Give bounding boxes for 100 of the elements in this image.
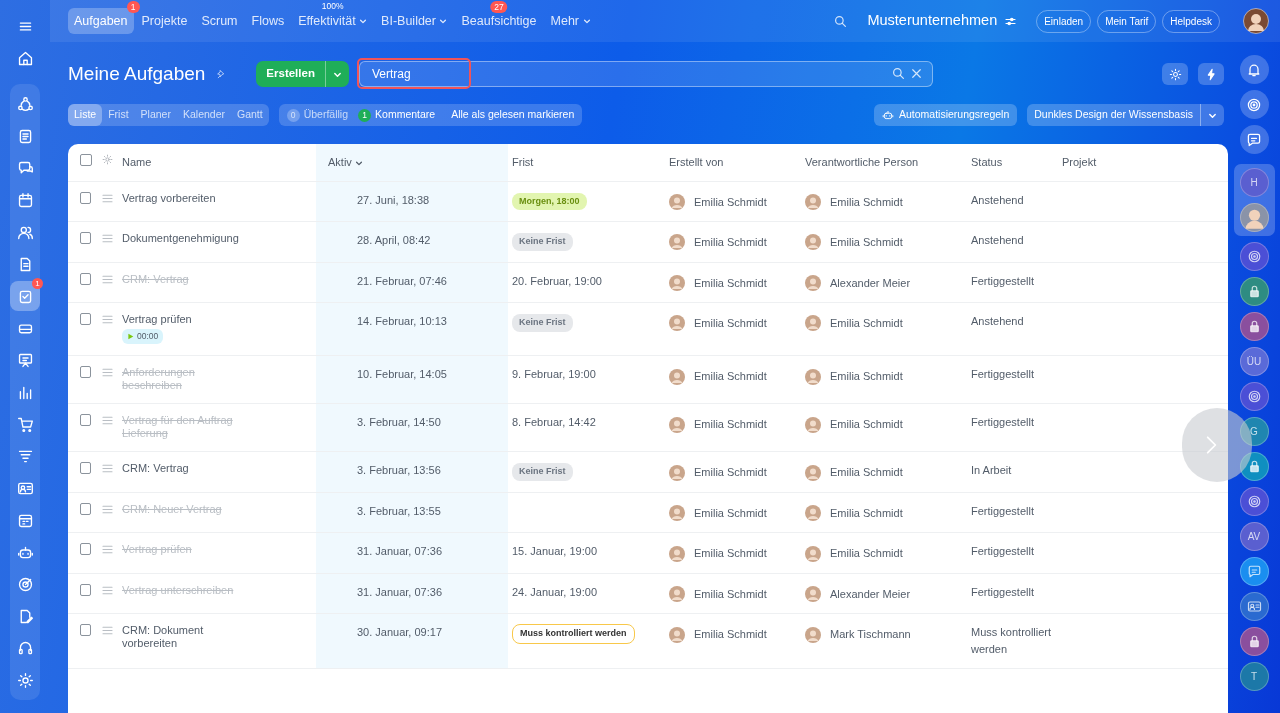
table-cell-text: 3. Februar, 13:56 [356, 463, 441, 479]
mark-read-button[interactable]: Alle als gelesen markieren [447, 104, 579, 126]
contact-avatar[interactable] [1239, 487, 1269, 516]
row-checkbox[interactable] [80, 462, 91, 475]
person-name[interactable]: Emilia Schmidt [694, 585, 767, 603]
row-checkbox[interactable] [80, 543, 91, 556]
person-name[interactable]: Alexander Meier [830, 585, 911, 603]
view-tab[interactable]: Kalender [176, 104, 231, 126]
task-name[interactable]: Dokumentgenehmigung [122, 232, 247, 245]
view-tab[interactable]: Gantt [231, 104, 269, 126]
automation-button[interactable] [1198, 63, 1224, 85]
contact-avatar[interactable]: ÜU [1239, 347, 1269, 376]
row-checkbox[interactable] [80, 191, 91, 204]
avatar [669, 274, 685, 291]
person-name[interactable]: Emilia Schmidt [694, 626, 767, 643]
deadline-tag: Keine Frist [512, 463, 573, 481]
row-checkbox[interactable] [80, 272, 91, 285]
view-tab[interactable]: Liste [68, 104, 103, 126]
avatar [805, 586, 821, 603]
sidebar-item[interactable]: 1 [10, 281, 40, 311]
contact-avatar[interactable] [1239, 312, 1269, 341]
contact-avatar[interactable] [1239, 382, 1269, 411]
settings-icon [102, 154, 113, 165]
contact-avatar[interactable] [1239, 242, 1269, 271]
person-name[interactable]: Emilia Schmidt [694, 368, 767, 385]
counter-filter[interactable]: 0 Überfällig [282, 104, 353, 126]
contact-avatar[interactable]: G [1239, 417, 1269, 446]
contact-avatar[interactable]: AV [1239, 522, 1269, 551]
avatar [669, 626, 685, 643]
view-tab[interactable]: Planer [134, 104, 177, 126]
contact-avatar[interactable] [1239, 277, 1269, 306]
avatar [669, 368, 685, 385]
contact-avatar[interactable]: H [1239, 168, 1269, 197]
nav-tab[interactable]: Scrum [195, 7, 244, 35]
timer-badge[interactable]: 00:00 [122, 329, 164, 344]
profile-avatar[interactable] [1242, 7, 1270, 35]
contact-avatar[interactable] [1239, 627, 1269, 656]
nav-tab[interactable]: BI-Builder [375, 7, 454, 35]
contact-avatar[interactable]: T [1239, 662, 1269, 691]
swirl-icon [1246, 494, 1262, 509]
person-name[interactable]: Emilia Schmidt [694, 504, 767, 522]
person-name[interactable]: Emilia Schmidt [830, 368, 903, 385]
drag-handle-icon [101, 313, 114, 326]
drag-handle-icon [101, 232, 114, 245]
search-icon [890, 66, 906, 81]
swirl-icon [1246, 96, 1262, 113]
row-checkbox[interactable] [80, 232, 91, 244]
task-name[interactable]: Vertrag vorbereiten [122, 191, 247, 205]
task-name[interactable]: CRM: Dokument vorbereiten [122, 624, 247, 651]
view-tab[interactable]: Frist [102, 104, 135, 126]
row-checkbox[interactable] [80, 583, 91, 596]
rail-button[interactable] [1239, 125, 1269, 154]
person-name[interactable]: Emilia Schmidt [694, 274, 767, 291]
row-checkbox[interactable] [80, 624, 91, 637]
status-text: Anstehend [971, 315, 1024, 327]
nav-tab[interactable]: Mehr [544, 7, 597, 35]
settings-button[interactable] [1162, 63, 1188, 85]
status-text: Fertiggestellt [971, 504, 1034, 517]
contact-avatar[interactable] [1239, 592, 1269, 621]
task-name[interactable]: CRM: Vertrag [122, 462, 247, 476]
person-name[interactable]: Mark Tischmann [830, 626, 911, 643]
avatar [805, 416, 821, 433]
status-text: Muss kontrolliert werden [971, 626, 1052, 655]
contact-avatar[interactable] [1239, 557, 1269, 586]
contact-avatar[interactable] [1239, 452, 1269, 481]
status-text: In Arbeit [971, 464, 1012, 477]
person-name[interactable]: Emilia Schmidt [694, 416, 767, 433]
counter-filter[interactable]: 1 Kommentare [354, 104, 440, 126]
person-name[interactable]: Emilia Schmidt [830, 504, 903, 522]
person-name[interactable]: Emilia Schmidt [694, 193, 767, 210]
table-cell-text: 10. Februar, 14:05 [356, 367, 447, 383]
person-name[interactable]: Emilia Schmidt [694, 315, 767, 332]
notifications-button[interactable] [1239, 55, 1269, 84]
rail-button[interactable] [1239, 90, 1269, 119]
table-cell: 9. Februar, 19:00 [512, 368, 596, 381]
sort-header[interactable]: Aktiv [328, 156, 363, 168]
select-all-checkbox[interactable] [80, 154, 92, 166]
automation-rules-button[interactable]: Automatisierungsregeln [873, 104, 1018, 126]
row-checkbox[interactable] [80, 313, 91, 325]
row-checkbox[interactable] [80, 414, 91, 427]
person-name[interactable]: Emilia Schmidt [830, 193, 903, 210]
row-checkbox[interactable] [80, 502, 91, 515]
person-name[interactable]: Emilia Schmidt [694, 234, 767, 251]
person-name[interactable]: Alexander Meier [830, 274, 911, 291]
calendar-icon [16, 191, 34, 209]
person-name[interactable]: Emilia Schmidt [830, 464, 903, 481]
avatar [805, 545, 821, 562]
person-name[interactable]: Emilia Schmidt [830, 315, 903, 332]
person-name[interactable]: Emilia Schmidt [694, 464, 767, 481]
status-text: Anstehend [971, 193, 1024, 206]
task-name[interactable]: Vertrag prüfen [122, 313, 247, 326]
person-name[interactable]: Emilia Schmidt [830, 234, 903, 251]
person-name[interactable]: Emilia Schmidt [830, 416, 903, 433]
nav-tab[interactable]: Flows [245, 7, 291, 35]
search-button[interactable] [890, 66, 907, 82]
next-button[interactable] [1182, 408, 1252, 482]
row-checkbox[interactable] [80, 366, 91, 379]
person-name[interactable]: Emilia Schmidt [694, 545, 767, 562]
contact-avatar[interactable] [1239, 203, 1269, 232]
person-name[interactable]: Emilia Schmidt [830, 545, 903, 562]
